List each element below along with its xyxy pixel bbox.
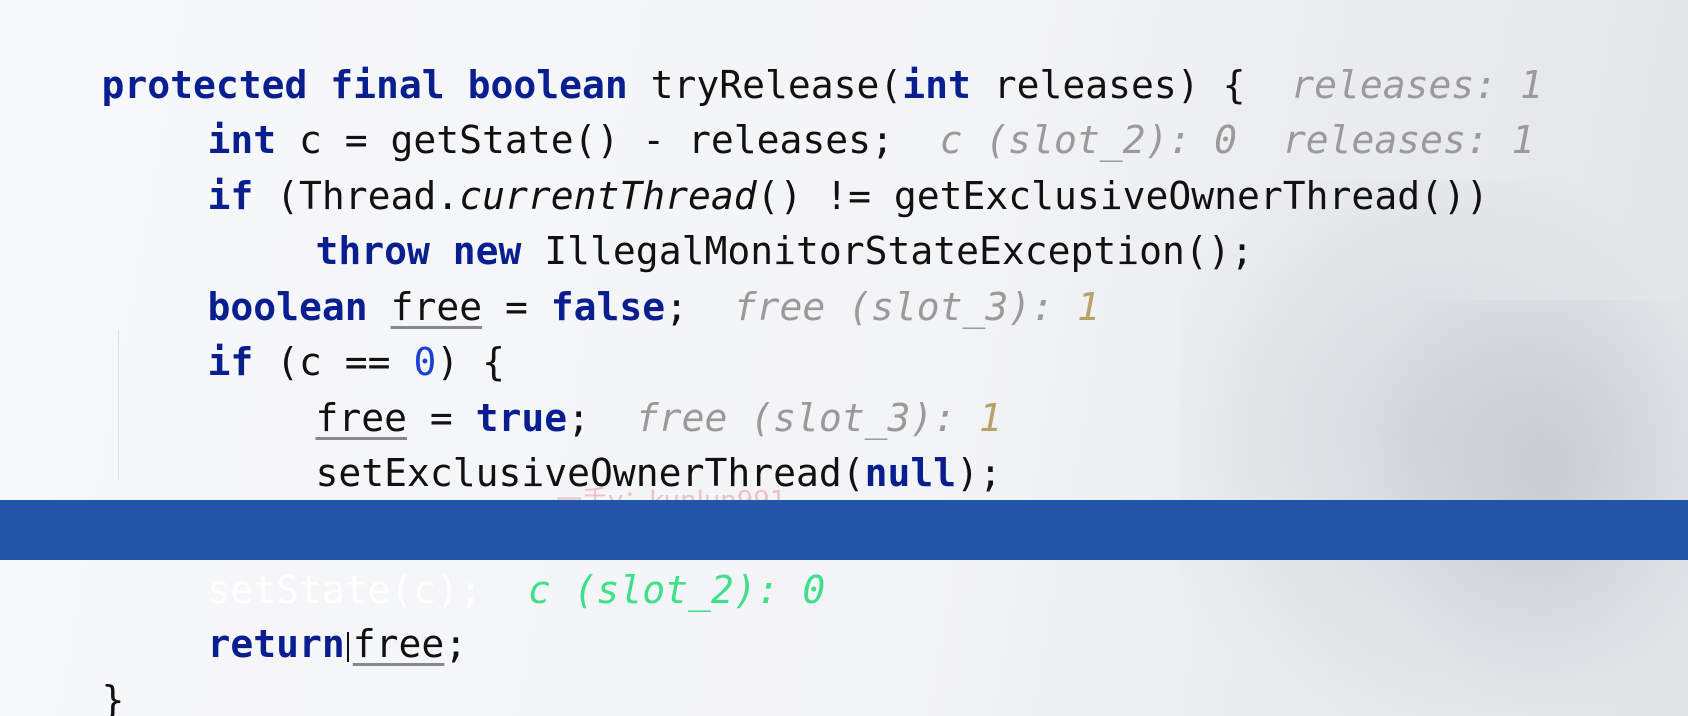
code-line[interactable]: setExclusiveOwnerThread(null); — [224, 383, 1688, 495]
current-execution-line[interactable]: setState(c); c (slot_2): 0 — [0, 500, 1688, 612]
code-line[interactable]: throw new IllegalMonitorStateException()… — [224, 161, 1688, 273]
code-line[interactable]: if (c == 0) { — [116, 272, 1688, 384]
code-editor[interactable]: protected final boolean tryRelease(int r… — [0, 0, 1688, 716]
code-line[interactable]: if (Thread.currentThread() != getExclusi… — [116, 106, 1688, 218]
code-text: } — [101, 678, 125, 716]
code-line-method-signature[interactable]: protected final boolean tryRelease(int r… — [10, 0, 1688, 107]
code-line-closing-brace[interactable]: } — [10, 610, 1688, 716]
code-line[interactable]: free = true; free (slot_3): 1 — [224, 328, 1688, 440]
code-line[interactable]: } — [116, 439, 1688, 551]
code-line[interactable]: boolean free = false; free (slot_3): 1 — [116, 217, 1688, 329]
code-line[interactable]: int c = getState() - releases; c (slot_2… — [116, 50, 1688, 162]
code-line[interactable]: return free; — [116, 554, 1688, 666]
